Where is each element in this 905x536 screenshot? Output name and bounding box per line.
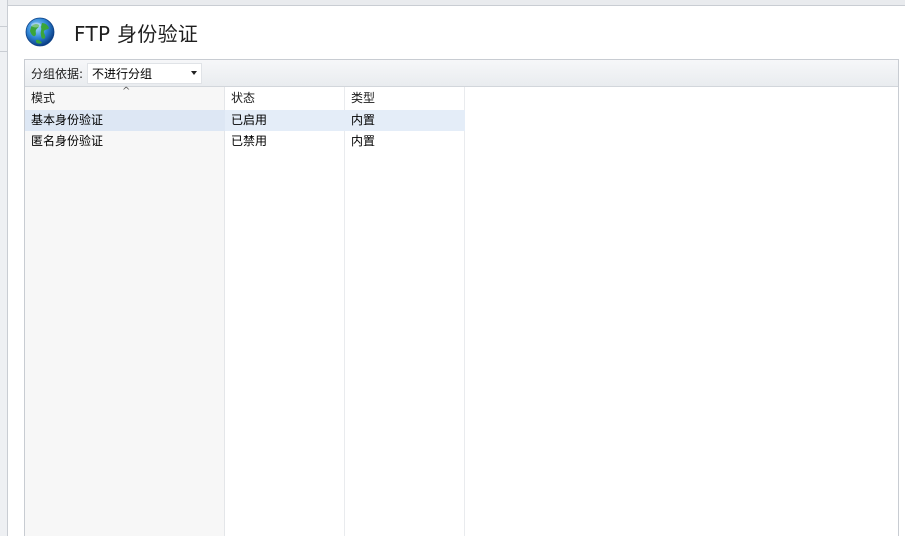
column-header-mode[interactable]: 模式: [25, 87, 225, 109]
mode-column: [25, 87, 225, 536]
column-header-row: ^ 模式 状态 类型: [25, 87, 898, 109]
globe-icon: [25, 17, 55, 47]
authentication-list: ^ 模式 状态 类型 基本身份验证 已启用 内置 匿名身份验证 已禁用 内置: [25, 87, 898, 536]
table-row[interactable]: 匿名身份验证 已禁用 内置: [25, 131, 465, 152]
left-pane-tab[interactable]: [0, 26, 7, 52]
mode-cell: 匿名身份验证: [31, 134, 104, 148]
top-border: [8, 0, 905, 6]
mode-cell: 基本身份验证: [25, 110, 225, 131]
table-row[interactable]: 基本身份验证 已启用 内置: [25, 110, 465, 131]
column-header-type[interactable]: 类型: [345, 87, 465, 109]
page-title: FTP 身份验证: [74, 21, 199, 46]
ftp-authentication-window: FTP 身份验证 分组依据: 不进行分组 ^ 模式 状态 类型 基本身份验证 已…: [0, 0, 905, 536]
group-by-value: 不进行分组: [92, 66, 153, 81]
column-header-status[interactable]: 状态: [225, 87, 345, 109]
type-cell: 内置: [351, 113, 376, 127]
dropdown-arrow-icon: [191, 70, 198, 75]
group-by-toolbar: 分组依据: 不进行分组: [25, 60, 898, 87]
type-column: [345, 87, 465, 536]
status-cell: 已启用: [231, 113, 268, 127]
content-panel: 分组依据: 不进行分组 ^ 模式 状态 类型 基本身份验证 已启用 内置 匿名身…: [24, 59, 899, 536]
status-cell: 已禁用: [231, 134, 268, 148]
group-by-select[interactable]: 不进行分组: [87, 62, 203, 84]
status-column: [225, 87, 345, 536]
group-by-label: 分组依据:: [31, 66, 84, 81]
page-header: FTP 身份验证: [24, 14, 198, 50]
left-pane-edge: [0, 0, 8, 536]
type-cell: 内置: [351, 134, 376, 148]
